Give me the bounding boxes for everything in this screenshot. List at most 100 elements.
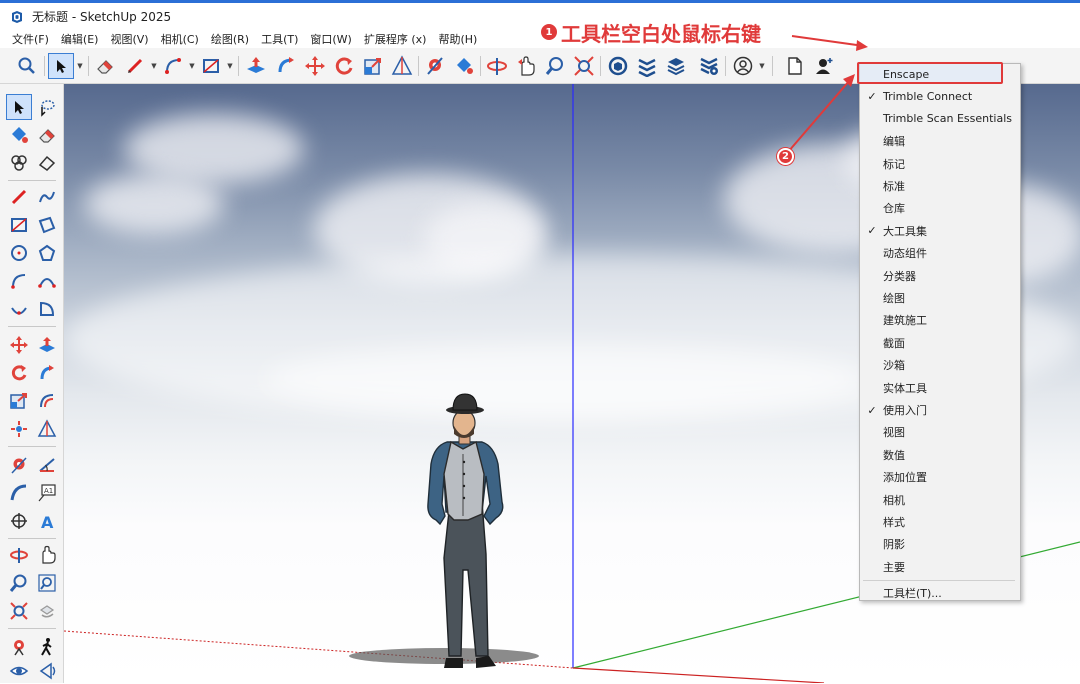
pencil-line-icon[interactable] — [122, 53, 148, 79]
orbit-icon[interactable] — [6, 542, 32, 568]
rotate-icon[interactable] — [331, 53, 357, 79]
menu-item-enscape[interactable]: Enscape — [861, 63, 1017, 85]
follow-me-icon[interactable] — [273, 53, 299, 79]
menu-item-views[interactable]: 视图 — [861, 421, 1017, 443]
zoom-icon[interactable] — [542, 53, 568, 79]
orbit-icon[interactable] — [484, 53, 510, 79]
scale-icon[interactable] — [360, 53, 386, 79]
pan-icon[interactable] — [34, 542, 60, 568]
menu-help[interactable]: 帮助(H) — [432, 31, 483, 47]
position-camera-icon[interactable] — [6, 452, 32, 478]
menu-window[interactable]: 窗口(W) — [304, 31, 357, 47]
menu-item-trimble-scan-essentials[interactable]: Trimble Scan Essentials — [861, 108, 1017, 130]
rotated-rectangle-icon[interactable] — [34, 212, 60, 238]
zoom-window-icon[interactable] — [34, 570, 60, 596]
menu-item-large-tool-set[interactable]: ✓ 大工具集 — [861, 220, 1017, 242]
walk-icon[interactable] — [34, 634, 60, 660]
section-plane-icon[interactable] — [34, 658, 60, 684]
paint-bucket-icon[interactable] — [6, 122, 32, 148]
menu-item-dynamic-components[interactable]: 动态组件 — [861, 242, 1017, 264]
scale-icon[interactable] — [6, 388, 32, 414]
zoom-window-icon[interactable] — [571, 53, 597, 79]
move-icon[interactable] — [6, 332, 32, 358]
chevron-down-icon[interactable]: ▼ — [150, 62, 158, 70]
polygon-icon[interactable] — [34, 240, 60, 266]
rectangle-icon[interactable] — [6, 212, 32, 238]
menu-item-warehouse[interactable]: 仓库 — [861, 197, 1017, 219]
extension-warehouse-icon[interactable] — [634, 53, 660, 79]
menu-item-tags[interactable]: 标记 — [861, 153, 1017, 175]
extension-manager-icon[interactable] — [696, 53, 722, 79]
component-icon[interactable] — [6, 150, 32, 176]
position-camera-icon[interactable] — [6, 634, 32, 660]
layout-icon[interactable] — [663, 53, 689, 79]
menu-item-construction[interactable]: 建筑施工 — [861, 309, 1017, 331]
chevron-down-icon[interactable]: ▼ — [76, 62, 84, 70]
chevron-down-icon[interactable]: ▼ — [758, 62, 766, 70]
tag-eraser-icon[interactable] — [34, 150, 60, 176]
menu-item-shadows[interactable]: 阴影 — [861, 533, 1017, 555]
push-pull-icon[interactable] — [243, 53, 269, 79]
menu-item-standard[interactable]: 标准 — [861, 175, 1017, 197]
arc-icon[interactable] — [6, 268, 32, 294]
eraser-icon[interactable] — [34, 122, 60, 148]
explode-icon[interactable] — [6, 416, 32, 442]
menu-camera[interactable]: 相机(C) — [155, 31, 205, 47]
menu-item-getting-started[interactable]: ✓ 使用入门 — [861, 399, 1017, 421]
menu-item-classifier[interactable]: 分类器 — [861, 265, 1017, 287]
previous-view-icon[interactable] — [34, 598, 60, 624]
rotate-icon[interactable] — [6, 360, 32, 386]
menu-tools[interactable]: 工具(T) — [255, 31, 304, 47]
push-pull-icon[interactable] — [34, 332, 60, 358]
menu-item-principal[interactable]: 主要 — [861, 556, 1017, 578]
offset-icon[interactable] — [34, 388, 60, 414]
menu-item-section[interactable]: 截面 — [861, 332, 1017, 354]
two-point-arc-icon[interactable] — [34, 268, 60, 294]
menu-item-styles[interactable]: 样式 — [861, 511, 1017, 533]
menu-item-drawing[interactable]: 绘图 — [861, 287, 1017, 309]
eraser-icon[interactable] — [92, 53, 118, 79]
protractor-icon[interactable] — [34, 452, 60, 478]
menu-item-camera[interactable]: 相机 — [861, 489, 1017, 511]
lasso-icon[interactable] — [34, 94, 60, 120]
menu-item-measurements[interactable]: 数值 — [861, 444, 1017, 466]
follow-me-icon[interactable] — [34, 360, 60, 386]
freehand-icon[interactable] — [34, 184, 60, 210]
text-icon[interactable]: A1 — [34, 480, 60, 506]
tape-icon[interactable] — [34, 416, 60, 442]
3d-warehouse-icon[interactable] — [605, 53, 631, 79]
menu-draw[interactable]: 绘图(R) — [205, 31, 255, 47]
zoom-icon[interactable] — [6, 570, 32, 596]
chevron-down-icon[interactable]: ▼ — [226, 62, 234, 70]
position-camera-icon[interactable] — [422, 53, 448, 79]
select-icon[interactable] — [48, 53, 74, 79]
axes-icon[interactable] — [6, 508, 32, 534]
menu-view[interactable]: 视图(V) — [104, 31, 154, 47]
line-icon[interactable] — [6, 184, 32, 210]
zoom-extents-icon[interactable] — [6, 598, 32, 624]
chevron-down-icon[interactable]: ▼ — [188, 62, 196, 70]
menu-item-edit[interactable]: 编辑 — [861, 130, 1017, 152]
menu-item-solid-tools[interactable]: 实体工具 — [861, 377, 1017, 399]
large-tool-set[interactable]: A1 A — [0, 84, 64, 683]
menu-item-toolbars-dialog[interactable]: 工具栏(T)... — [861, 582, 1017, 604]
menu-item-sandbox[interactable]: 沙箱 — [861, 354, 1017, 376]
pan-icon[interactable] — [513, 53, 539, 79]
paint-bucket-icon[interactable] — [451, 53, 477, 79]
select-icon[interactable] — [6, 94, 32, 120]
3d-text-icon[interactable]: A — [34, 508, 60, 534]
look-around-icon[interactable] — [6, 658, 32, 684]
menu-item-trimble-connect[interactable]: ✓ Trimble Connect — [861, 85, 1017, 107]
menu-extensions[interactable]: 扩展程序 (x) — [358, 31, 433, 47]
account-icon[interactable] — [730, 53, 756, 79]
menu-item-add-location[interactable]: 添加位置 — [861, 466, 1017, 488]
rectangle-icon[interactable] — [198, 53, 224, 79]
zoom-extents-icon[interactable] — [14, 53, 40, 79]
menu-file[interactable]: 文件(F) — [0, 31, 55, 47]
arc-icon[interactable] — [160, 53, 186, 79]
move-icon[interactable] — [302, 53, 328, 79]
tape-icon[interactable] — [389, 53, 415, 79]
pie-icon[interactable] — [34, 296, 60, 322]
dimension-icon[interactable] — [6, 480, 32, 506]
three-point-arc-icon[interactable] — [6, 296, 32, 322]
